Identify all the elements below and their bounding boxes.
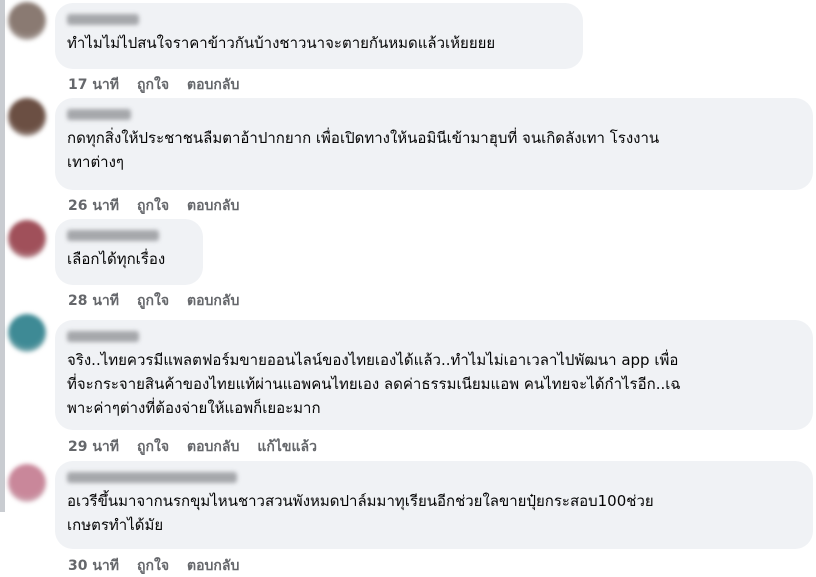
commenter-name-blurred[interactable]	[67, 331, 139, 342]
avatar[interactable]	[8, 98, 46, 136]
comment-text-line: จริง..ไทยควรมีแพลตฟอร์มขายออนไลน์ของไทยเ…	[67, 351, 679, 369]
comment-text: กดทุกสิ่งให้ประชาชนลืมตาอ้าปากยาก เพื่อเ…	[67, 126, 801, 174]
comment-actions: 17 นาที ถูกใจ ตอบกลับ	[68, 74, 239, 96]
comment-text: จริง..ไทยควรมีแพลตฟอร์มขายออนไลน์ของไทยเ…	[67, 348, 801, 420]
comment-bubble: จริง..ไทยควรมีแพลตฟอร์มขายออนไลน์ของไทยเ…	[55, 320, 813, 430]
reply-button[interactable]: ตอบกลับ	[187, 195, 239, 217]
comment-text: เลือกได้ทุกเรื่อง	[67, 247, 191, 271]
comment-text: อเวรีขึ้นมาจากนรกขุมไหนชาวสวนพังหมดปาล์ม…	[67, 489, 801, 537]
comment-text-line: ทำไมไม่ไปสนใจราคาข้าวกันบ้างชาวนาจะตายกั…	[67, 34, 496, 52]
comment-actions: 30 นาที ถูกใจ ตอบกลับ	[68, 555, 239, 577]
commenter-name-blurred[interactable]	[67, 230, 159, 241]
comment-time: 30 นาที	[68, 558, 120, 574]
comment-bubble: กดทุกสิ่งให้ประชาชนลืมตาอ้าปากยาก เพื่อเ…	[55, 98, 813, 190]
comment-text-line: เลือกได้ทุกเรื่อง	[67, 250, 166, 268]
comment-text-line: พาะค่าๆต่างที่ต้องจ่ายให้แอพก็เยอะมาก	[67, 399, 321, 417]
comment-text-line: กดทุกสิ่งให้ประชาชนลืมตาอ้าปากยาก เพื่อเ…	[67, 129, 660, 147]
comment-text-line: ที่จะกระจายสินค้าของไทยแท้ผ่านแอพคนไทยเอ…	[67, 375, 681, 393]
commenter-name-blurred[interactable]	[67, 109, 131, 120]
comment-actions: 29 นาที ถูกใจ ตอบกลับ แก้ไขแล้ว	[68, 436, 317, 458]
comment-time: 17 นาที	[68, 77, 120, 93]
avatar[interactable]	[8, 464, 46, 502]
comment-text-line: เกษตรทำได้มัย	[67, 516, 164, 534]
avatar[interactable]	[8, 2, 46, 40]
like-button[interactable]: ถูกใจ	[137, 436, 169, 458]
like-button[interactable]: ถูกใจ	[137, 74, 169, 96]
comment-text-line: เทาต่างๆ	[67, 153, 124, 171]
commenter-name-blurred[interactable]	[67, 14, 139, 25]
comment-bubble: อเวรีขึ้นมาจากนรกขุมไหนชาวสวนพังหมดปาล์ม…	[55, 461, 813, 549]
comment-time: 26 นาที	[68, 198, 120, 214]
like-button[interactable]: ถูกใจ	[137, 290, 169, 312]
comment-text-line: อเวรีขึ้นมาจากนรกขุมไหนชาวสวนพังหมดปาล์ม…	[67, 492, 654, 510]
comment-actions: 26 นาที ถูกใจ ตอบกลับ	[68, 195, 239, 217]
like-button[interactable]: ถูกใจ	[137, 195, 169, 217]
edited-label[interactable]: แก้ไขแล้ว	[257, 436, 317, 458]
avatar[interactable]	[8, 220, 46, 258]
comment-bubble: ทำไมไม่ไปสนใจราคาข้าวกันบ้างชาวนาจะตายกั…	[55, 3, 583, 69]
comment-text: ทำไมไม่ไปสนใจราคาข้าวกันบ้างชาวนาจะตายกั…	[67, 31, 571, 55]
reply-button[interactable]: ตอบกลับ	[187, 74, 239, 96]
avatar[interactable]	[8, 314, 46, 352]
comment-time: 28 นาที	[68, 293, 120, 309]
comment-time: 29 นาที	[68, 439, 120, 455]
reply-button[interactable]: ตอบกลับ	[187, 555, 239, 577]
comment-actions: 28 นาที ถูกใจ ตอบกลับ	[68, 290, 239, 312]
reply-button[interactable]: ตอบกลับ	[187, 290, 239, 312]
comment-bubble: เลือกได้ทุกเรื่อง	[55, 219, 203, 285]
like-button[interactable]: ถูกใจ	[137, 555, 169, 577]
reply-button[interactable]: ตอบกลับ	[187, 436, 239, 458]
thread-rail	[0, 0, 5, 512]
commenter-name-blurred[interactable]	[67, 472, 237, 483]
